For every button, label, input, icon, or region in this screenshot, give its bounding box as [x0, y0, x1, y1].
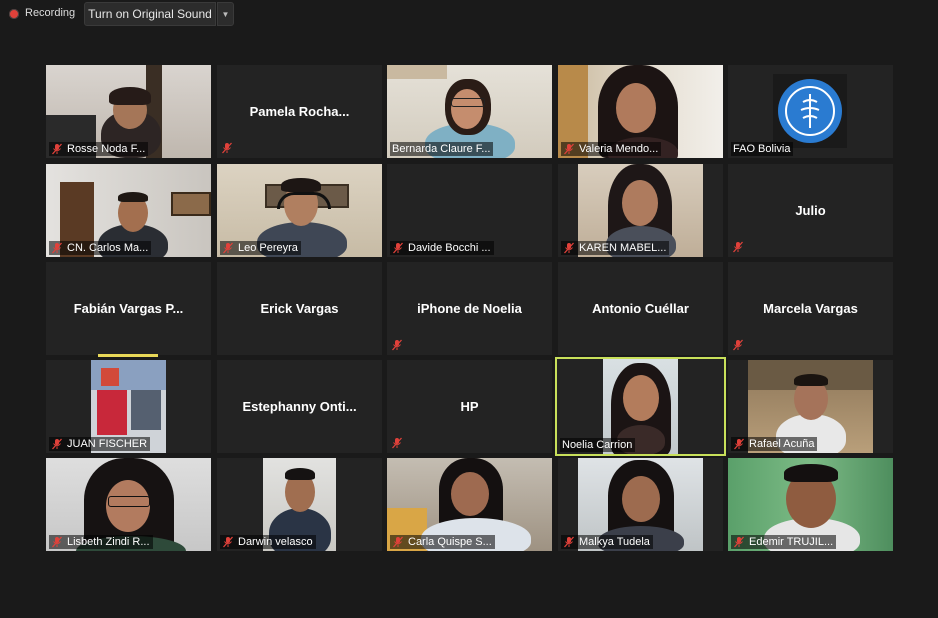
recording-icon — [9, 9, 19, 19]
mic-muted-icon — [563, 143, 575, 155]
participant-tile[interactable]: Carla Quispe S... — [387, 458, 552, 551]
participant-name: Estephanny Onti... — [242, 399, 357, 414]
participant-tile[interactable]: Valeria Mendo... — [558, 65, 723, 158]
participant-tile[interactable]: HP — [387, 360, 552, 453]
mic-muted-icon — [51, 242, 63, 254]
mic-muted-icon — [221, 142, 233, 154]
participant-tile[interactable]: CN. Carlos Ma... — [46, 164, 211, 257]
mic-muted-icon — [391, 437, 403, 449]
participant-tile[interactable]: Darwin velasco — [217, 458, 382, 551]
participant-tile[interactable]: Leo Pereyra — [217, 164, 382, 257]
participant-name-label: Bernarda Claure F... — [390, 142, 494, 156]
participant-name-label: JUAN FISCHER — [49, 437, 151, 451]
participant-name: Julio — [795, 203, 826, 218]
participant-tile[interactable]: Edemir TRUJIL... — [728, 458, 893, 551]
mic-muted-icon — [392, 536, 404, 548]
recording-label: Recording — [25, 7, 76, 19]
participant-tile[interactable]: Rafael Acuña — [728, 360, 893, 453]
mic-muted-icon — [732, 241, 744, 253]
participant-name: Erick Vargas — [260, 301, 339, 316]
participant-name: HP — [460, 399, 479, 414]
mic-muted-icon — [733, 438, 745, 450]
participant-tile[interactable]: Marcela Vargas — [728, 262, 893, 355]
participant-tile[interactable]: Estephanny Onti... — [217, 360, 382, 453]
mic-muted-icon — [222, 242, 234, 254]
mic-muted-icon — [51, 143, 63, 155]
participant-name-label: Noelia Carrion — [560, 438, 636, 452]
participant-name-label: Malkya Tudela — [561, 535, 653, 549]
mic-muted-icon — [733, 536, 745, 548]
participant-name-label: Leo Pereyra — [220, 241, 301, 255]
participant-tile[interactable]: Antonio Cuéllar — [558, 262, 723, 355]
participant-name-label: CN. Carlos Ma... — [49, 241, 152, 255]
original-sound-button[interactable]: Turn on Original Sound — [84, 2, 216, 26]
participant-name: iPhone de Noelia — [417, 301, 522, 316]
participant-name-label: KAREN MABEL... — [561, 241, 670, 255]
participant-tile-active-speaker[interactable]: Noelia Carrion — [555, 357, 726, 456]
participant-name: Antonio Cuéllar — [592, 301, 689, 316]
participant-tile[interactable]: Pamela Rocha... — [217, 65, 382, 158]
mic-muted-icon — [563, 242, 575, 254]
participant-name-label: Lisbeth Zindi R... — [49, 535, 153, 549]
participant-name-label: Carla Quispe S... — [390, 535, 495, 549]
participant-tile[interactable]: Fabián Vargas P... — [46, 262, 211, 355]
participant-name-label: Edemir TRUJIL... — [731, 535, 837, 549]
participant-tile[interactable]: Julio — [728, 164, 893, 257]
participant-tile[interactable]: Rosse Noda F... — [46, 65, 211, 158]
participant-name-label: Rafael Acuña — [731, 437, 818, 451]
mic-muted-icon — [391, 339, 403, 351]
speaking-indicator — [98, 354, 158, 357]
mic-muted-icon — [51, 438, 63, 450]
participant-tile[interactable]: Bernarda Claure F... — [387, 65, 552, 158]
mic-muted-icon — [392, 242, 404, 254]
participant-name-label: Darwin velasco — [220, 535, 316, 549]
participant-tile[interactable]: Malkya Tudela — [558, 458, 723, 551]
mic-muted-icon — [51, 536, 63, 548]
participant-name-label: FAO Bolivia — [731, 142, 794, 156]
mic-muted-icon — [732, 339, 744, 351]
participant-tile[interactable]: iPhone de Noelia — [387, 262, 552, 355]
participant-name: Fabián Vargas P... — [73, 301, 184, 316]
participant-tile[interactable]: JUAN FISCHER — [46, 360, 211, 453]
participant-name: Marcela Vargas — [763, 301, 858, 316]
participant-name-label: Valeria Mendo... — [561, 142, 662, 156]
participant-tile[interactable]: Erick Vargas — [217, 262, 382, 355]
participant-name-label: Rosse Noda F... — [49, 142, 149, 156]
participant-tile[interactable]: Davide Bocchi ... — [387, 164, 552, 257]
mic-muted-icon — [222, 536, 234, 548]
original-sound-dropdown[interactable]: ▼ — [217, 2, 234, 26]
fao-logo-icon — [773, 74, 847, 148]
participant-tile[interactable]: KAREN MABEL... — [558, 164, 723, 257]
participant-name: Pamela Rocha... — [249, 104, 350, 119]
chevron-down-icon: ▼ — [221, 9, 230, 19]
participant-name-label: Davide Bocchi ... — [390, 241, 494, 255]
mic-muted-icon — [563, 536, 575, 548]
participant-tile[interactable]: FAO Bolivia — [728, 65, 893, 158]
top-bar: Recording Turn on Original Sound ▼ — [0, 0, 938, 28]
participant-tile[interactable]: Lisbeth Zindi R... — [46, 458, 211, 551]
